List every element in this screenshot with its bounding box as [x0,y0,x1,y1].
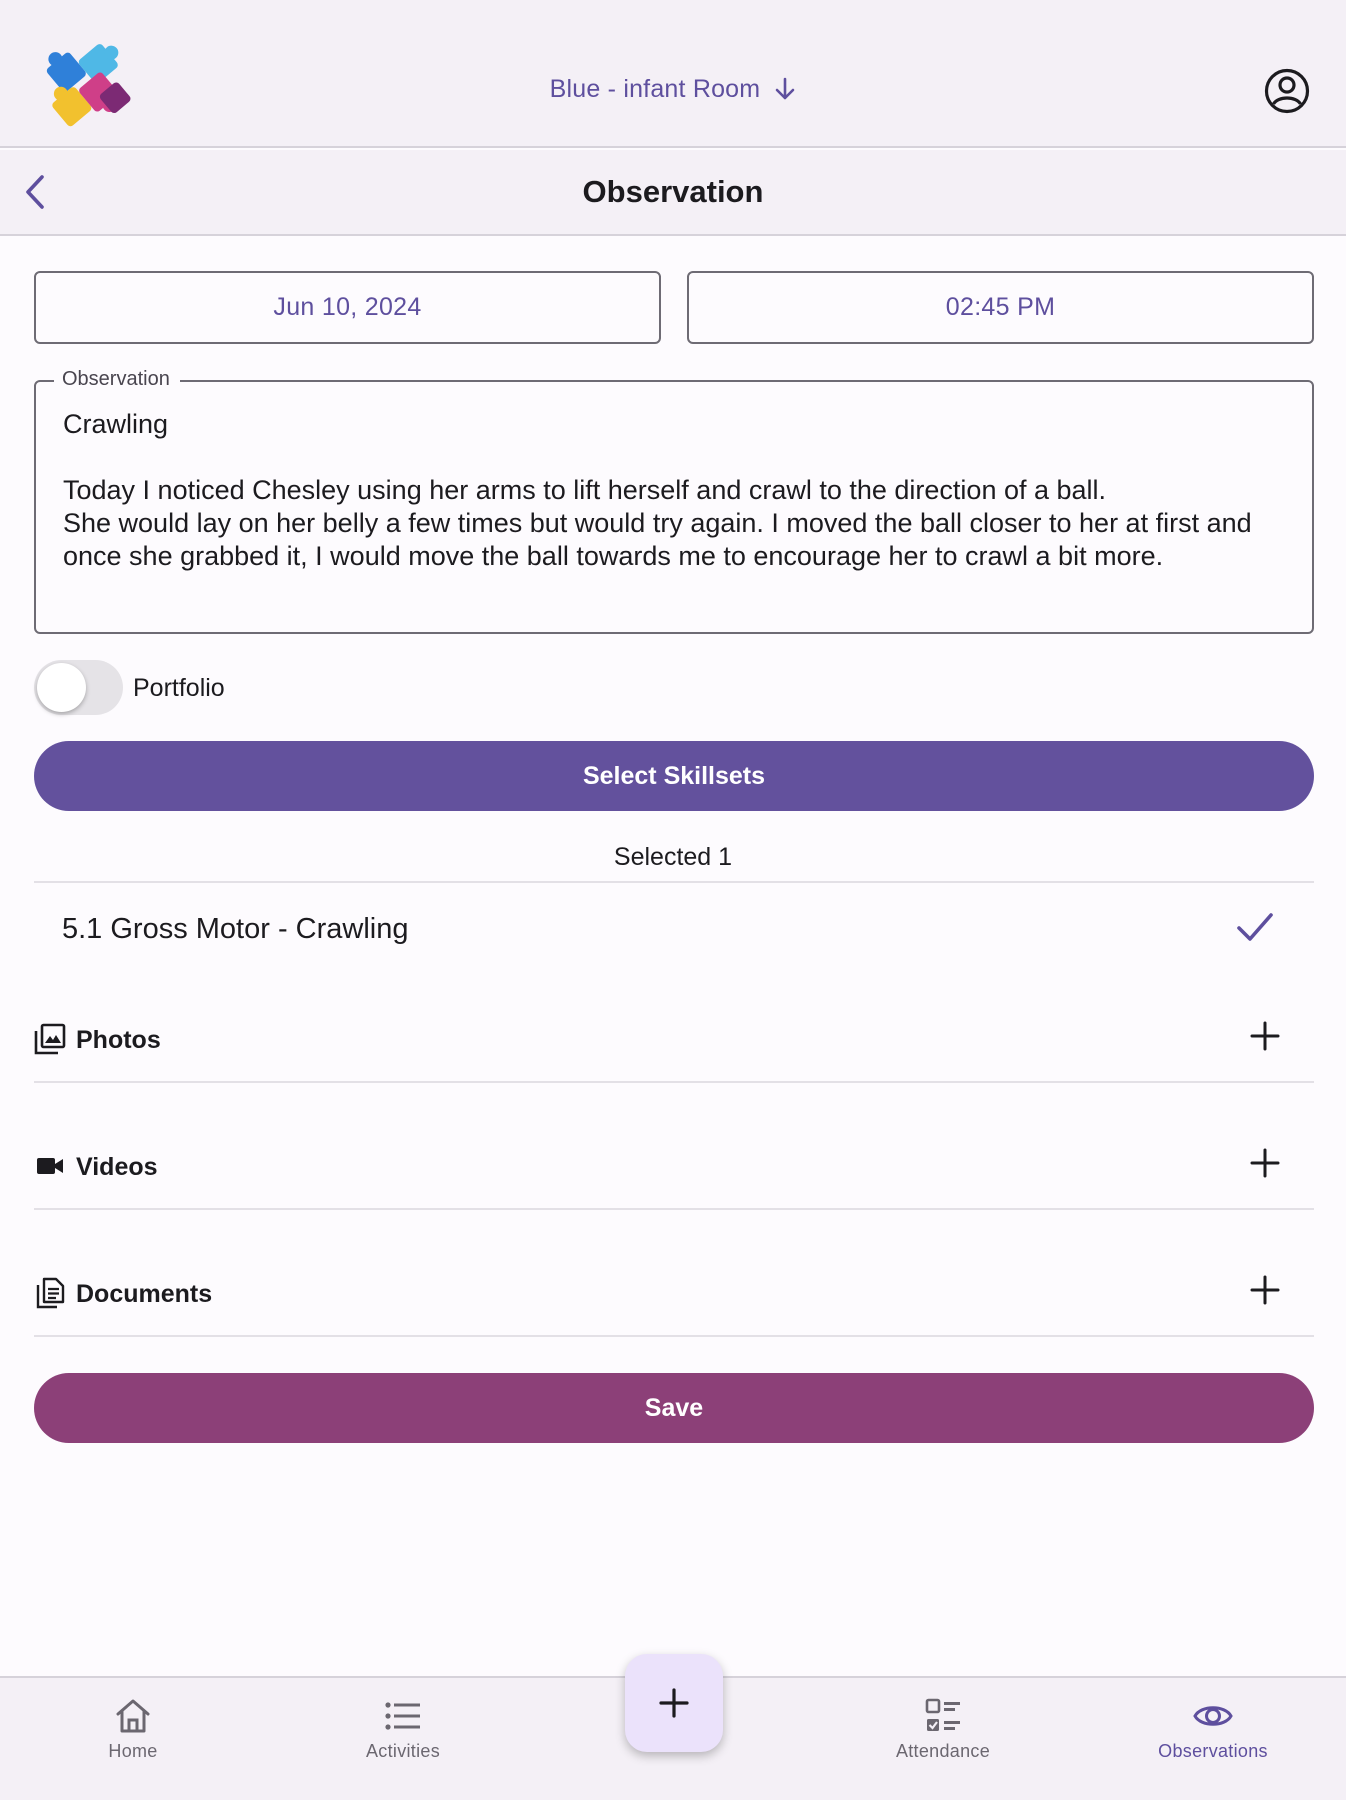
home-icon [116,1699,150,1733]
documents-label: Documents [76,1280,213,1308]
account-circle-icon[interactable] [1264,68,1310,114]
room-label: Blue - infant Room [549,75,761,103]
documents-section[interactable]: Documents [34,1245,1314,1335]
nav-home[interactable]: Home [33,1696,233,1762]
observation-text[interactable]: Crawling Today I noticed Chesley using h… [63,408,1262,573]
nav-observations-label: Observations [1158,1741,1268,1761]
nav-activities-label: Activities [365,1741,440,1761]
save-button[interactable]: Save [34,1373,1314,1443]
top-app-bar: Blue - infant Room [0,0,1346,148]
selected-count: Selected 1 [613,843,733,871]
page-title: Observation [582,174,764,209]
nav-observations[interactable]: Observations [1113,1696,1313,1762]
divider [34,881,1314,883]
date-field[interactable]: Jun 10, 2024 [34,271,661,344]
skill-row[interactable]: 5.1 Gross Motor - Crawling [34,885,1314,975]
toggle-knob [37,663,86,712]
nav-attendance[interactable]: Attendance [843,1696,1043,1762]
document-icon [36,1277,65,1309]
plus-icon[interactable] [1250,1275,1280,1305]
observation-textarea[interactable]: Observation Crawling Today I noticed Che… [34,368,1314,634]
observation-field-label: Observation [54,368,180,391]
select-skillsets-button[interactable]: Select Skillsets [34,741,1314,811]
check-icon [1237,913,1273,941]
title-bar: Observation [0,150,1346,236]
videos-section[interactable]: Videos [34,1118,1314,1208]
divider [34,1208,1314,1210]
add-fab[interactable] [625,1654,723,1752]
nav-attendance-label: Attendance [895,1741,991,1761]
skill-label: 5.1 Gross Motor - Crawling [62,913,409,945]
photos-label: Photos [76,1026,161,1054]
videocam-icon [37,1158,63,1174]
videos-label: Videos [76,1153,158,1181]
portfolio-label: Portfolio [133,674,225,702]
nav-home-label: Home [108,1741,158,1761]
photos-section[interactable]: Photos [34,991,1314,1081]
divider [34,1335,1314,1337]
arrow-down-icon [776,77,795,100]
plus-icon [659,1688,689,1718]
photo-library-icon [34,1023,66,1055]
plus-icon[interactable] [1250,1148,1280,1178]
portfolio-toggle[interactable] [34,660,123,715]
time-field[interactable]: 02:45 PM [687,271,1314,344]
eye-icon [1193,1706,1233,1726]
checklist-icon [925,1698,960,1731]
nav-activities[interactable]: Activities [303,1696,503,1762]
plus-icon[interactable] [1250,1021,1280,1051]
room-selector[interactable]: Blue - infant Room [0,75,1346,104]
list-icon [385,1702,420,1730]
divider [34,1081,1314,1083]
